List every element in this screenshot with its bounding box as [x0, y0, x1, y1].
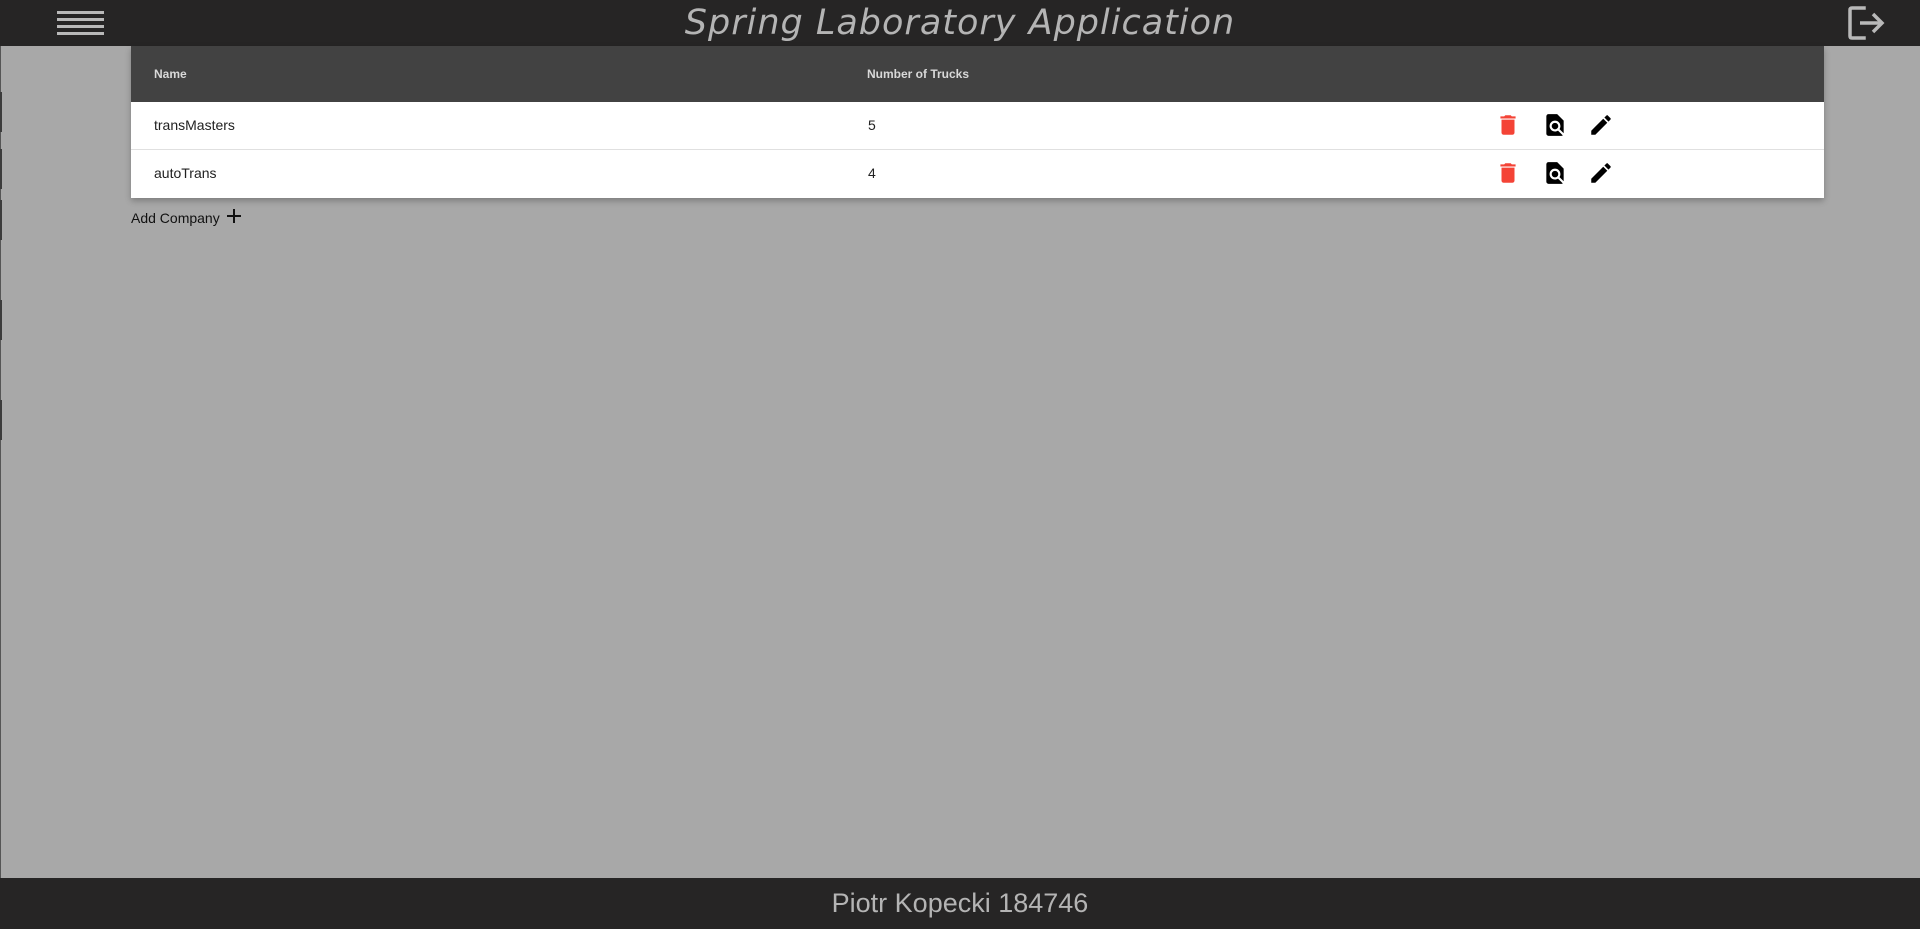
- app-footer: Piotr Kopecki 184746: [0, 878, 1920, 929]
- left-edge-tick: [0, 400, 2, 440]
- delete-icon[interactable]: [1495, 160, 1521, 186]
- add-company-button[interactable]: Add Company: [131, 207, 242, 229]
- column-header-trucks[interactable]: Number of Trucks: [867, 46, 969, 102]
- left-edge-tick: [0, 300, 2, 340]
- truck-count-cell: 5: [868, 117, 876, 133]
- edit-icon[interactable]: [1588, 112, 1614, 138]
- table-header-row: Name Number of Trucks: [131, 46, 1824, 102]
- add-company-label: Add Company: [131, 210, 220, 226]
- company-name-cell: transMasters: [154, 117, 235, 133]
- companies-table: Name Number of Trucks transMasters 5 aut…: [131, 46, 1824, 198]
- app-title: Spring Laboratory Application: [684, 3, 1236, 43]
- left-edge-tick: [0, 149, 2, 189]
- plus-icon: [226, 208, 242, 229]
- left-edge-tick: [0, 92, 2, 132]
- view-details-icon[interactable]: [1542, 160, 1568, 186]
- company-name-cell: autoTrans: [154, 165, 217, 181]
- view-details-icon[interactable]: [1542, 112, 1568, 138]
- column-header-name[interactable]: Name: [154, 46, 187, 102]
- delete-icon[interactable]: [1495, 112, 1521, 138]
- footer-author: Piotr Kopecki 184746: [831, 888, 1089, 918]
- app-header: Spring Laboratory Application: [0, 0, 1920, 46]
- logout-icon[interactable]: [1846, 4, 1888, 42]
- left-edge-tick: [0, 200, 2, 240]
- table-row: transMasters 5: [131, 102, 1824, 150]
- truck-count-cell: 4: [868, 165, 876, 181]
- edit-icon[interactable]: [1588, 160, 1614, 186]
- table-row: autoTrans 4: [131, 150, 1824, 198]
